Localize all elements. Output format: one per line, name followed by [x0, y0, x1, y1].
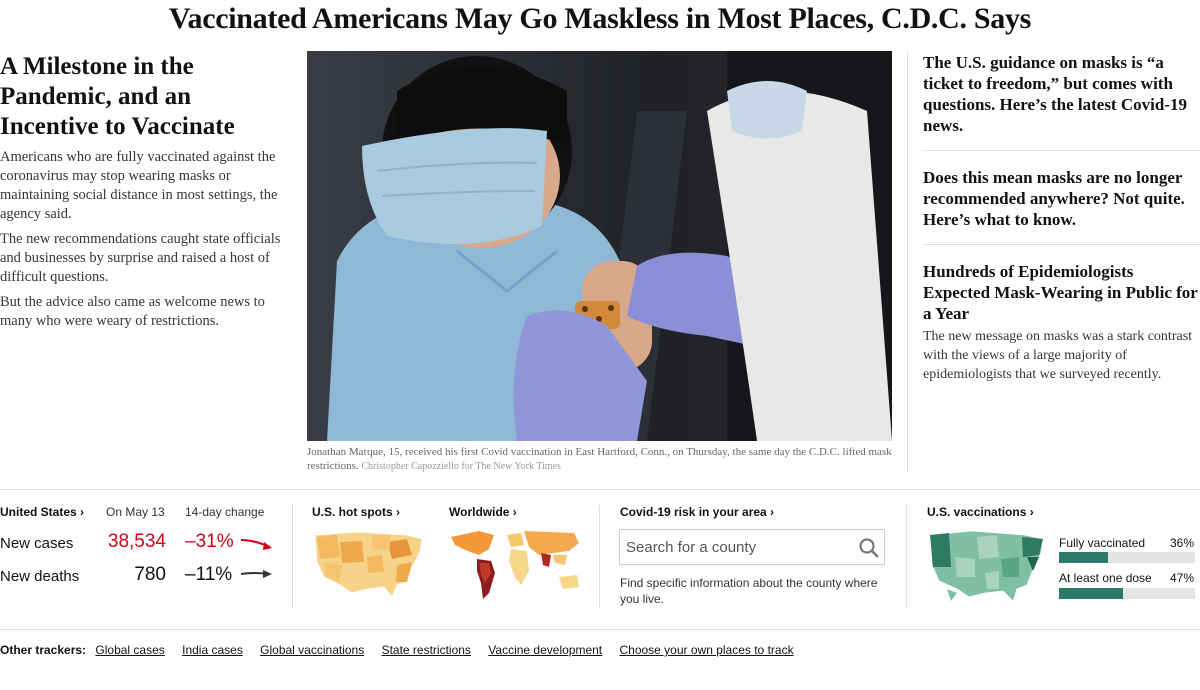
other-trackers-label: Other trackers: [0, 643, 87, 657]
hot-spots-link[interactable]: U.S. hot spots › [312, 505, 400, 519]
fully-vaccinated-label: Fully vaccinated [1059, 536, 1146, 550]
photo-caption: Jonathan Marque, 15, received his first … [307, 445, 892, 474]
new-cases-label: New cases [0, 535, 74, 552]
side-story-title[interactable]: Does this mean masks are no longer recom… [923, 167, 1200, 230]
main-headline[interactable]: Vaccinated Americans May Go Maskless in … [0, 2, 1200, 36]
new-cases-change: –31% [185, 531, 234, 552]
one-dose-bar [1059, 588, 1195, 599]
fully-vaccinated-bar [1059, 552, 1195, 563]
side-story-title[interactable]: The U.S. guidance on masks is “a ticket … [923, 52, 1200, 136]
other-trackers: Other trackers: Global cases India cases… [0, 643, 808, 657]
section-divider [0, 489, 1200, 490]
side-story[interactable]: The U.S. guidance on masks is “a ticket … [923, 52, 1200, 136]
search-placeholder[interactable]: Search for a county [626, 539, 756, 556]
link-global-cases[interactable]: Global cases [95, 643, 164, 657]
change-header: 14-day change [185, 505, 265, 519]
world-map[interactable] [449, 527, 584, 602]
one-dose-pct: 47% [1169, 571, 1194, 585]
side-story-title[interactable]: Hundreds of Epidemiologists Expected Mas… [923, 261, 1200, 324]
side-story[interactable]: Hundreds of Epidemiologists Expected Mas… [923, 261, 1200, 384]
county-search-input[interactable]: Search for a county [619, 529, 885, 565]
section-divider [0, 629, 1200, 630]
new-deaths-label: New deaths [0, 568, 80, 585]
worldwide-link[interactable]: Worldwide › [449, 505, 517, 519]
side-story[interactable]: Does this mean masks are no longer recom… [923, 167, 1200, 230]
link-choose-places[interactable]: Choose your own places to track [619, 643, 793, 657]
one-dose-bar-fill [1059, 588, 1123, 599]
us-vaccinations-map[interactable] [927, 527, 1049, 605]
column-divider [599, 505, 600, 608]
search-icon[interactable] [858, 537, 880, 559]
lede-paragraph: Americans who are fully vaccinated again… [0, 149, 278, 222]
us-hotspots-map[interactable] [312, 527, 427, 602]
vaccination-photo-illustration [307, 51, 892, 441]
link-vaccine-development[interactable]: Vaccine development [488, 643, 602, 657]
trend-down-arrow-icon [240, 539, 272, 550]
side-story-summary: The new message on masks was a stark con… [923, 329, 1193, 382]
us-vaccinations-link[interactable]: U.S. vaccinations › [927, 505, 1034, 519]
photo-credit: Christopher Capozziello for The New York… [361, 461, 561, 472]
lead-photo[interactable] [307, 51, 892, 441]
lede-title[interactable]: A Milestone in the Pandemic, and an Ince… [0, 52, 292, 142]
link-state-restrictions[interactable]: State restrictions [382, 643, 471, 657]
column-divider [292, 505, 293, 608]
column-divider [907, 51, 908, 472]
new-deaths-value: 780 [134, 564, 166, 585]
us-tracker-link[interactable]: United States › [0, 505, 84, 519]
link-india-cases[interactable]: India cases [182, 643, 243, 657]
covid-risk-link[interactable]: Covid-19 risk in your area › [620, 505, 774, 519]
lede-story[interactable]: A Milestone in the Pandemic, and an Ince… [0, 52, 292, 337]
link-global-vaccinations[interactable]: Global vaccinations [260, 643, 364, 657]
column-divider [906, 505, 907, 608]
fully-vaccinated-bar-fill [1059, 552, 1108, 563]
trend-flat-arrow-icon [240, 570, 272, 578]
new-cases-value: 38,534 [107, 531, 166, 552]
new-deaths-change: –11% [185, 564, 233, 585]
story-divider [923, 150, 1200, 151]
fully-vaccinated-pct: 36% [1169, 536, 1194, 550]
lede-paragraph: But the advice also came as welcome news… [0, 294, 265, 329]
lede-paragraph: The new recommendations caught state off… [0, 231, 281, 285]
story-divider [923, 244, 1200, 245]
risk-help-text: Find specific information about the coun… [620, 576, 878, 606]
one-dose-label: At least one dose [1059, 571, 1152, 585]
date-header: On May 13 [106, 505, 165, 519]
